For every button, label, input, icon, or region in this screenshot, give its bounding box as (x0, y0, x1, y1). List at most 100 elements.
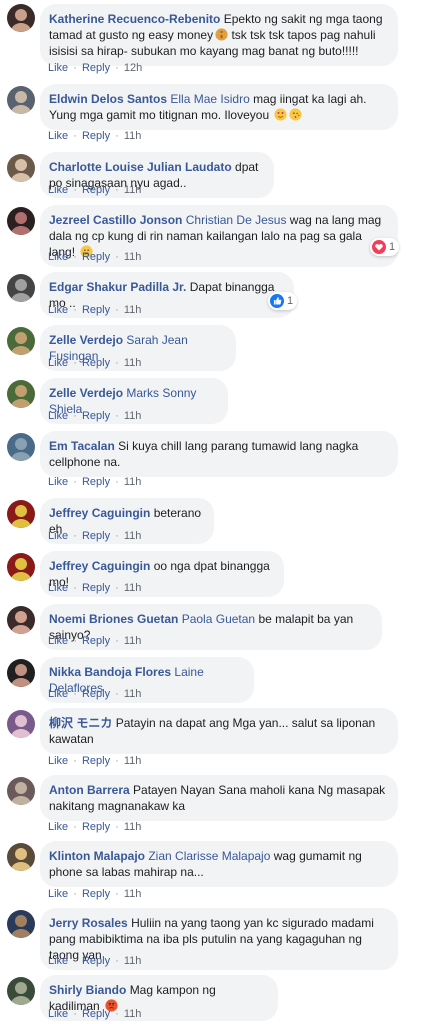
comment-timestamp[interactable]: 12h (124, 62, 142, 74)
comment-timestamp[interactable]: 11h (124, 530, 142, 542)
like-button[interactable]: Like (48, 888, 68, 900)
comment-timestamp[interactable]: 11h (124, 582, 142, 594)
comment-author[interactable]: Noemi Briones Guetan (49, 612, 178, 626)
like-button[interactable]: Like (48, 184, 68, 196)
like-button[interactable]: Like (48, 1008, 68, 1020)
like-button[interactable]: Like (48, 530, 68, 542)
comment-timestamp[interactable]: 11h (124, 888, 142, 900)
avatar[interactable] (7, 154, 35, 182)
reply-button[interactable]: Reply (82, 688, 110, 700)
comment-author[interactable]: Zelle Verdejo (49, 386, 123, 400)
comment-timestamp[interactable]: 11h (124, 410, 142, 422)
comment-timestamp[interactable]: 11h (124, 635, 142, 647)
avatar[interactable] (7, 910, 35, 938)
comment-author[interactable]: Anton Barrera (49, 783, 130, 797)
avatar[interactable] (7, 659, 35, 687)
avatar[interactable] (7, 380, 35, 408)
like-button[interactable]: Like (48, 62, 68, 74)
reply-button[interactable]: Reply (82, 821, 110, 833)
reaction-number: 1 (389, 241, 396, 253)
comment-timestamp[interactable]: 11h (124, 821, 142, 833)
like-button[interactable]: Like (48, 251, 68, 263)
like-button[interactable]: Like (48, 821, 68, 833)
avatar[interactable] (7, 843, 35, 871)
avatar[interactable] (7, 274, 35, 302)
comment-timestamp[interactable]: 11h (124, 184, 142, 196)
avatar[interactable] (7, 500, 35, 528)
reply-button[interactable]: Reply (82, 410, 110, 422)
comment-author[interactable]: Klinton Malapajo (49, 849, 145, 863)
comment-timestamp[interactable]: 11h (124, 1008, 142, 1020)
avatar[interactable] (7, 977, 35, 1005)
reaction-count[interactable]: 1 (268, 292, 298, 310)
reply-button[interactable]: Reply (82, 888, 110, 900)
comment-timestamp[interactable]: 11h (124, 688, 142, 700)
comment-author[interactable]: Shirly Biando (49, 983, 126, 997)
reply-button[interactable]: Reply (82, 184, 110, 196)
like-button[interactable]: Like (48, 357, 68, 369)
mention-link[interactable]: Christian De Jesus (186, 213, 287, 227)
reply-button[interactable]: Reply (82, 530, 110, 542)
like-button[interactable]: Like (48, 304, 68, 316)
comment-timestamp[interactable]: 11h (124, 755, 142, 767)
avatar[interactable] (7, 777, 35, 805)
reaction-count[interactable]: 1 (370, 238, 400, 256)
comment-author[interactable]: Edgar Shakur Padilla Jr. (49, 280, 186, 294)
reply-button[interactable]: Reply (82, 357, 110, 369)
mention-link[interactable]: Ella Mae Isidro (170, 92, 249, 106)
comment-author[interactable]: Zelle Verdejo (49, 333, 123, 347)
comment-timestamp[interactable]: 11h (124, 955, 142, 967)
comment-bubble: Eldwin Delos Santos Ella Mae Isidro mag … (40, 84, 398, 130)
like-button[interactable]: Like (48, 635, 68, 647)
like-button[interactable]: Like (48, 955, 68, 967)
avatar[interactable] (7, 606, 35, 634)
comment-timestamp[interactable]: 11h (124, 476, 142, 488)
comment-author[interactable]: Jerry Rosales (49, 916, 128, 930)
like-button[interactable]: Like (48, 410, 68, 422)
comment-author[interactable]: Eldwin Delos Santos (49, 92, 167, 106)
comment-author[interactable]: Nikka Bandoja Flores (49, 665, 171, 679)
like-reaction-icon (270, 294, 284, 308)
avatar[interactable] (7, 4, 35, 32)
comment-timestamp[interactable]: 11h (124, 304, 142, 316)
like-button[interactable]: Like (48, 688, 68, 700)
reply-button[interactable]: Reply (82, 130, 110, 142)
reply-button[interactable]: Reply (82, 251, 110, 263)
comment-actions: Like · Reply · 11h (48, 130, 141, 142)
like-button[interactable]: Like (48, 476, 68, 488)
mention-link[interactable]: Paola Guetan (182, 612, 255, 626)
reply-button[interactable]: Reply (82, 955, 110, 967)
comment-author[interactable]: Jezreel Castillo Jonson (49, 213, 182, 227)
avatar[interactable] (7, 327, 35, 355)
comment-author[interactable]: Katherine Recuenco-Rebenito (49, 12, 220, 26)
reply-button[interactable]: Reply (82, 62, 110, 74)
comment-timestamp[interactable]: 11h (124, 357, 142, 369)
reply-button[interactable]: Reply (82, 476, 110, 488)
comment-author[interactable]: Charlotte Louise Julian Laudato (49, 160, 232, 174)
separator: · (112, 755, 122, 767)
like-button[interactable]: Like (48, 755, 68, 767)
like-button[interactable]: Like (48, 130, 68, 142)
avatar[interactable] (7, 433, 35, 461)
mention-link[interactable]: Zian Clarisse Malapajo (148, 849, 270, 863)
comment-author[interactable]: 柳沢 モニカ (49, 716, 112, 730)
separator: · (112, 530, 122, 542)
avatar[interactable] (7, 207, 35, 235)
separator: · (112, 476, 122, 488)
avatar[interactable] (7, 86, 35, 114)
reply-button[interactable]: Reply (82, 304, 110, 316)
reply-button[interactable]: Reply (82, 582, 110, 594)
comment-author[interactable]: Jeffrey Caguingin (49, 559, 150, 573)
comment-timestamp[interactable]: 11h (124, 251, 142, 263)
reply-button[interactable]: Reply (82, 635, 110, 647)
avatar[interactable] (7, 710, 35, 738)
separator: · (70, 530, 80, 542)
comment-author[interactable]: Jeffrey Caguingin (49, 506, 150, 520)
avatar[interactable] (7, 553, 35, 581)
reply-button[interactable]: Reply (82, 1008, 110, 1020)
separator: · (112, 955, 122, 967)
comment-timestamp[interactable]: 11h (124, 130, 142, 142)
reply-button[interactable]: Reply (82, 755, 110, 767)
comment-author[interactable]: Em Tacalan (49, 439, 115, 453)
like-button[interactable]: Like (48, 582, 68, 594)
